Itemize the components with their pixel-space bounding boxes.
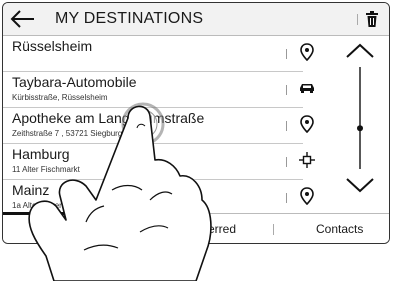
header-divider [357, 14, 358, 25]
row-divider [286, 157, 287, 167]
destination-address: 11 Alter Fischmarkt [12, 165, 80, 174]
destination-address: Kürbisstraße, Rüsselsheim [12, 93, 108, 102]
tab-contacts[interactable]: Contacts [316, 222, 363, 236]
row-divider [286, 85, 287, 95]
location-pin-icon[interactable] [299, 115, 315, 133]
tab-recent[interactable]: Recent [49, 222, 87, 236]
chevron-down-icon [346, 178, 374, 193]
row-divider [286, 121, 287, 131]
destination-name: Mainz [12, 182, 50, 198]
destination-name: Rüsselsheim [12, 38, 93, 54]
location-pin-icon[interactable] [299, 187, 315, 205]
destinations-screen: MY DESTINATIONS Rüsselsheim Taybara-Auto… [2, 2, 390, 244]
header-bar: MY DESTINATIONS [3, 3, 389, 36]
tab-preferred[interactable]: Preferred [186, 222, 236, 236]
trash-icon[interactable] [365, 11, 379, 27]
destination-address: Zeithstraße 7 , 53721 Siegburg [12, 129, 123, 138]
list-item[interactable]: Hamburg 11 Alter Fischmarkt [3, 143, 315, 180]
destination-name: Hamburg [12, 146, 70, 162]
destination-name: Apotheke am Langbaumstraße [12, 110, 205, 126]
tab-divider [273, 224, 274, 235]
tab-divider [141, 224, 142, 235]
destination-address: 1a Alte Universitätsstraße [12, 201, 104, 210]
list-item[interactable]: Apotheke am Langbaumstraße Zeithstraße 7… [3, 107, 314, 144]
car-icon[interactable] [299, 79, 315, 97]
destination-name: Taybara-Automobile [12, 74, 137, 90]
page-title: MY DESTINATIONS [55, 10, 204, 27]
tab-bar: Recent Preferred Contacts [3, 212, 389, 243]
location-pin-icon[interactable] [299, 43, 315, 61]
scrollbar[interactable] [341, 43, 381, 193]
list-item[interactable]: Mainz 1a Alte Universitätsstraße [3, 179, 314, 215]
active-tab-indicator [3, 212, 141, 215]
row-divider [286, 49, 287, 59]
back-arrow-icon[interactable] [8, 6, 38, 32]
list-item[interactable]: Rüsselsheim [3, 35, 314, 72]
scroll-thumb [357, 125, 363, 132]
crosshair-icon[interactable] [299, 151, 315, 169]
list-item[interactable]: Taybara-Automobile Kürbisstraße, Rüssels… [3, 71, 314, 108]
chevron-up-icon [346, 43, 374, 58]
row-divider [286, 193, 287, 203]
